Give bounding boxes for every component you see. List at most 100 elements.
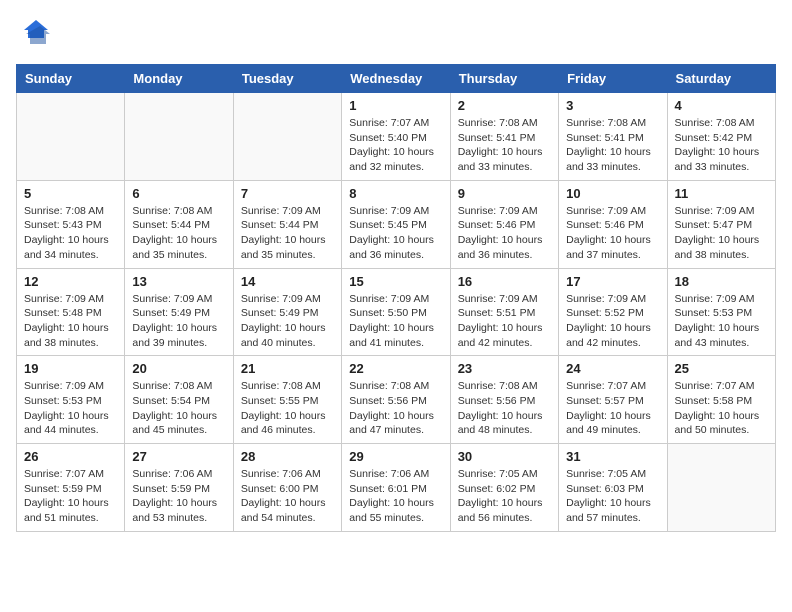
cell-info: Sunrise: 7:09 AM Sunset: 5:45 PM Dayligh… xyxy=(349,204,442,263)
calendar-cell: 7Sunrise: 7:09 AM Sunset: 5:44 PM Daylig… xyxy=(233,180,341,268)
cell-day-number: 7 xyxy=(241,186,334,201)
calendar-cell: 3 Sunrise: 7:08 AM Sunset: 5:41 PM Daylig… xyxy=(559,93,667,181)
cell-day-number: 20 xyxy=(132,361,225,376)
week-row-1: 5 Sunrise: 7:08 AM Sunset: 5:43 PM Daylig… xyxy=(17,180,776,268)
days-header-row: SundayMondayTuesdayWednesdayThursdayFrid… xyxy=(17,65,776,93)
cell-day-number: 19 xyxy=(24,361,117,376)
day-header-monday: Monday xyxy=(125,65,233,93)
cell-day-number: 12 xyxy=(24,274,117,289)
cell-info: Sunrise: 7:06 AM Sunset: 6:00 PM Dayligh… xyxy=(241,467,334,526)
cell-day-number: 30 xyxy=(458,449,551,464)
cell-info: Sunrise: 7:08 AM Sunset: 5:54 PM Dayligh… xyxy=(132,379,225,438)
day-header-thursday: Thursday xyxy=(450,65,558,93)
cell-info: Sunrise: 7:09 AM Sunset: 5:46 PM Dayligh… xyxy=(458,204,551,263)
cell-day-number: 9 xyxy=(458,186,551,201)
calendar-cell: 1 Sunrise: 7:07 AM Sunset: 5:40 PM Daylig… xyxy=(342,93,450,181)
calendar-cell: 29 Sunrise: 7:06 AM Sunset: 6:01 PM Dayli… xyxy=(342,444,450,532)
calendar-cell: 23 Sunrise: 7:08 AM Sunset: 5:56 PM Dayli… xyxy=(450,356,558,444)
cell-day-number: 4 xyxy=(675,98,768,113)
cell-info: Sunrise: 7:09 AM Sunset: 5:53 PM Dayligh… xyxy=(24,379,117,438)
cell-day-number: 28 xyxy=(241,449,334,464)
cell-info: Sunrise: 7:07 AM Sunset: 5:59 PM Dayligh… xyxy=(24,467,117,526)
week-row-0: 1 Sunrise: 7:07 AM Sunset: 5:40 PM Daylig… xyxy=(17,93,776,181)
cell-info: Sunrise: 7:07 AM Sunset: 5:57 PM Dayligh… xyxy=(566,379,659,438)
cell-day-number: 6 xyxy=(132,186,225,201)
cell-day-number: 18 xyxy=(675,274,768,289)
cell-day-number: 21 xyxy=(241,361,334,376)
calendar-cell: 2Sunrise: 7:08 AM Sunset: 5:41 PM Daylig… xyxy=(450,93,558,181)
cell-info: Sunrise: 7:09 AM Sunset: 5:50 PM Dayligh… xyxy=(349,292,442,351)
cell-day-number: 17 xyxy=(566,274,659,289)
calendar-cell: 25 Sunrise: 7:07 AM Sunset: 5:58 PM Dayli… xyxy=(667,356,775,444)
cell-day-number: 3 xyxy=(566,98,659,113)
cell-info: Sunrise: 7:06 AM Sunset: 6:01 PM Dayligh… xyxy=(349,467,442,526)
cell-info: Sunrise: 7:05 AM Sunset: 6:02 PM Dayligh… xyxy=(458,467,551,526)
cell-info: Sunrise: 7:09 AM Sunset: 5:48 PM Dayligh… xyxy=(24,292,117,351)
calendar-cell: 28 Sunrise: 7:06 AM Sunset: 6:00 PM Dayli… xyxy=(233,444,341,532)
calendar-cell: 10 Sunrise: 7:09 AM Sunset: 5:46 PM Dayli… xyxy=(559,180,667,268)
cell-day-number: 23 xyxy=(458,361,551,376)
day-header-wednesday: Wednesday xyxy=(342,65,450,93)
logo xyxy=(16,16,58,52)
calendar-cell: 18 Sunrise: 7:09 AM Sunset: 5:53 PM Dayli… xyxy=(667,268,775,356)
cell-info: Sunrise: 7:09 AM Sunset: 5:49 PM Dayligh… xyxy=(132,292,225,351)
cell-info: Sunrise: 7:08 AM Sunset: 5:56 PM Dayligh… xyxy=(458,379,551,438)
cell-day-number: 10 xyxy=(566,186,659,201)
calendar-cell: 4Sunrise: 7:08 AM Sunset: 5:42 PM Daylig… xyxy=(667,93,775,181)
calendar-cell: 21Sunrise: 7:08 AM Sunset: 5:55 PM Dayli… xyxy=(233,356,341,444)
day-header-saturday: Saturday xyxy=(667,65,775,93)
calendar-cell: 15 Sunrise: 7:09 AM Sunset: 5:50 PM Dayli… xyxy=(342,268,450,356)
cell-day-number: 5 xyxy=(24,186,117,201)
cell-day-number: 31 xyxy=(566,449,659,464)
cell-day-number: 27 xyxy=(132,449,225,464)
calendar-cell: 30 Sunrise: 7:05 AM Sunset: 6:02 PM Dayli… xyxy=(450,444,558,532)
calendar-cell: 22 Sunrise: 7:08 AM Sunset: 5:56 PM Dayli… xyxy=(342,356,450,444)
calendar-cell: 17Sunrise: 7:09 AM Sunset: 5:52 PM Dayli… xyxy=(559,268,667,356)
calendar-cell xyxy=(233,93,341,181)
calendar-cell: 9 Sunrise: 7:09 AM Sunset: 5:46 PM Daylig… xyxy=(450,180,558,268)
cell-info: Sunrise: 7:09 AM Sunset: 5:49 PM Dayligh… xyxy=(241,292,334,351)
calendar-cell: 19 Sunrise: 7:09 AM Sunset: 5:53 PM Dayli… xyxy=(17,356,125,444)
cell-day-number: 16 xyxy=(458,274,551,289)
calendar-cell: 12 Sunrise: 7:09 AM Sunset: 5:48 PM Dayli… xyxy=(17,268,125,356)
cell-day-number: 1 xyxy=(349,98,442,113)
calendar-cell: 11Sunrise: 7:09 AM Sunset: 5:47 PM Dayli… xyxy=(667,180,775,268)
cell-day-number: 24 xyxy=(566,361,659,376)
calendar-cell xyxy=(17,93,125,181)
cell-info: Sunrise: 7:08 AM Sunset: 5:56 PM Dayligh… xyxy=(349,379,442,438)
week-row-3: 19 Sunrise: 7:09 AM Sunset: 5:53 PM Dayli… xyxy=(17,356,776,444)
cell-info: Sunrise: 7:09 AM Sunset: 5:46 PM Dayligh… xyxy=(566,204,659,263)
cell-info: Sunrise: 7:09 AM Sunset: 5:53 PM Dayligh… xyxy=(675,292,768,351)
calendar-table: SundayMondayTuesdayWednesdayThursdayFrid… xyxy=(16,64,776,532)
cell-day-number: 29 xyxy=(349,449,442,464)
cell-day-number: 15 xyxy=(349,274,442,289)
calendar-cell: 13 Sunrise: 7:09 AM Sunset: 5:49 PM Dayli… xyxy=(125,268,233,356)
cell-day-number: 22 xyxy=(349,361,442,376)
cell-info: Sunrise: 7:08 AM Sunset: 5:43 PM Dayligh… xyxy=(24,204,117,263)
cell-day-number: 8 xyxy=(349,186,442,201)
week-row-4: 26 Sunrise: 7:07 AM Sunset: 5:59 PM Dayli… xyxy=(17,444,776,532)
day-header-friday: Friday xyxy=(559,65,667,93)
calendar-cell xyxy=(125,93,233,181)
cell-day-number: 25 xyxy=(675,361,768,376)
cell-day-number: 13 xyxy=(132,274,225,289)
calendar-cell: 26 Sunrise: 7:07 AM Sunset: 5:59 PM Dayli… xyxy=(17,444,125,532)
calendar-cell: 27Sunrise: 7:06 AM Sunset: 5:59 PM Dayli… xyxy=(125,444,233,532)
calendar-cell: 14 Sunrise: 7:09 AM Sunset: 5:49 PM Dayli… xyxy=(233,268,341,356)
cell-day-number: 26 xyxy=(24,449,117,464)
logo-icon xyxy=(16,16,52,52)
cell-info: Sunrise: 7:07 AM Sunset: 5:58 PM Dayligh… xyxy=(675,379,768,438)
calendar-cell: 20 Sunrise: 7:08 AM Sunset: 5:54 PM Dayli… xyxy=(125,356,233,444)
calendar-cell: 31Sunrise: 7:05 AM Sunset: 6:03 PM Dayli… xyxy=(559,444,667,532)
day-header-tuesday: Tuesday xyxy=(233,65,341,93)
calendar-cell xyxy=(667,444,775,532)
cell-info: Sunrise: 7:09 AM Sunset: 5:47 PM Dayligh… xyxy=(675,204,768,263)
cell-day-number: 14 xyxy=(241,274,334,289)
calendar-cell: 8 Sunrise: 7:09 AM Sunset: 5:45 PM Daylig… xyxy=(342,180,450,268)
calendar-cell: 5 Sunrise: 7:08 AM Sunset: 5:43 PM Daylig… xyxy=(17,180,125,268)
cell-info: Sunrise: 7:08 AM Sunset: 5:41 PM Dayligh… xyxy=(566,116,659,175)
week-row-2: 12 Sunrise: 7:09 AM Sunset: 5:48 PM Dayli… xyxy=(17,268,776,356)
cell-info: Sunrise: 7:09 AM Sunset: 5:51 PM Dayligh… xyxy=(458,292,551,351)
cell-info: Sunrise: 7:07 AM Sunset: 5:40 PM Dayligh… xyxy=(349,116,442,175)
cell-info: Sunrise: 7:08 AM Sunset: 5:44 PM Dayligh… xyxy=(132,204,225,263)
